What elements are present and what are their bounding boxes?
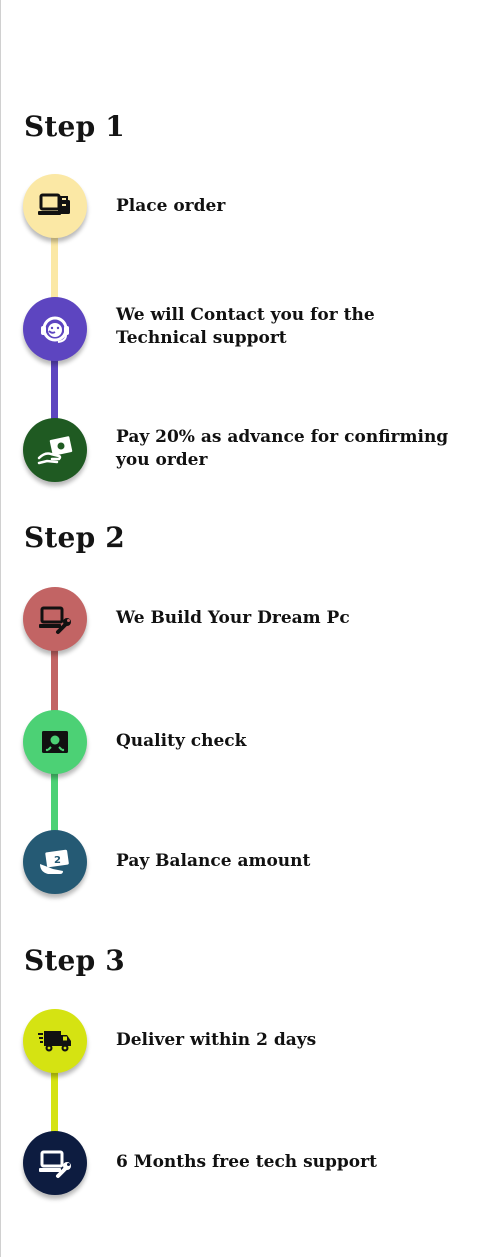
laptop-wrench-icon <box>39 606 71 634</box>
step-label: Quality check <box>116 731 247 751</box>
technical-support-step[interactable] <box>23 297 87 361</box>
hand-cash-icon <box>37 436 73 465</box>
step-2-heading: Step 2 <box>24 521 125 554</box>
step-label: We Build Your Dream Pc <box>116 608 350 628</box>
cash-hand-icon: 2 <box>40 849 69 874</box>
place-order-step[interactable] <box>23 174 87 238</box>
step-3-heading: Step 3 <box>24 944 125 977</box>
step-1-heading: Step 1 <box>24 110 125 143</box>
left-border <box>0 0 1 1257</box>
quality-check-step[interactable] <box>23 710 87 774</box>
step-label: Deliver within 2 days <box>116 1030 317 1050</box>
quality-badge-icon <box>42 731 68 753</box>
laptop-wrench-icon <box>39 1150 71 1178</box>
connector-line <box>51 230 58 305</box>
advance-payment-step[interactable] <box>23 418 87 482</box>
tech-support-step[interactable] <box>23 1131 87 1195</box>
step-label: Pay 20% as advance for confirming you or… <box>116 427 449 470</box>
step-label: Place order <box>116 196 226 216</box>
delivery-step[interactable] <box>23 1009 87 1073</box>
balance-payment-step[interactable]: 2 <box>23 830 87 894</box>
step-label: We will Contact you for the Technical su… <box>116 305 375 348</box>
laptop-bag-icon <box>38 193 70 215</box>
build-pc-step[interactable] <box>23 587 87 651</box>
delivery-truck-icon <box>38 1031 71 1052</box>
step-label: 6 Months free tech support <box>116 1152 377 1172</box>
svg-text:2: 2 <box>54 855 61 866</box>
step-label: Pay Balance amount <box>116 851 311 871</box>
support-headset-icon <box>41 316 69 343</box>
